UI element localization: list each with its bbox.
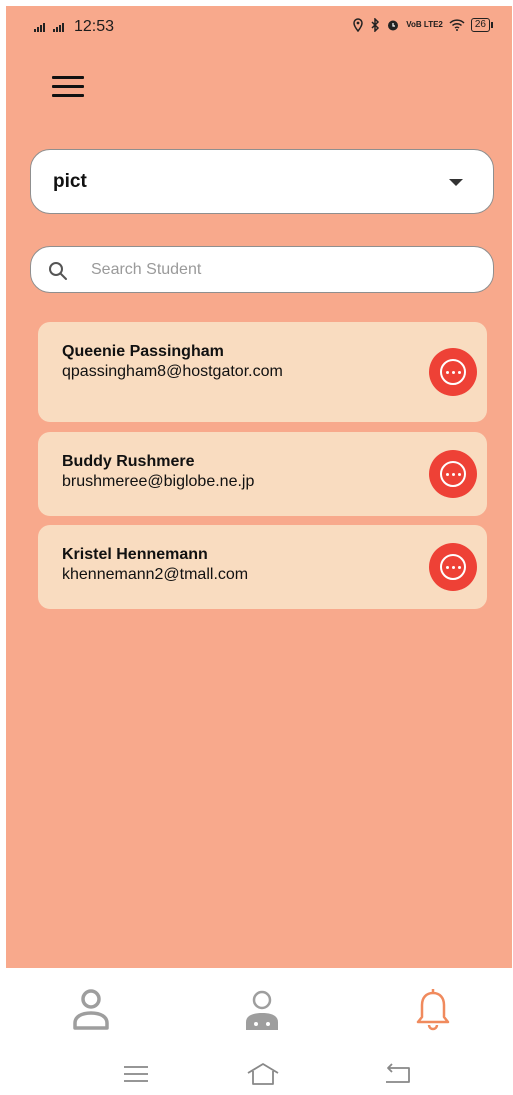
search-student-input[interactable]: [89, 255, 473, 285]
signal-icon: [34, 22, 45, 32]
wifi-icon: [449, 19, 465, 31]
more-options-button[interactable]: [429, 450, 477, 498]
battery-indicator: 26: [470, 18, 494, 32]
nav-notifications[interactable]: [408, 984, 458, 1034]
student-email: qpassingham8@hostgator.com: [62, 363, 283, 380]
system-home-icon: [247, 1063, 279, 1085]
menu-icon-bar: [52, 76, 84, 79]
system-menu-button[interactable]: [121, 1062, 151, 1086]
more-options-button[interactable]: [429, 543, 477, 591]
network-badge: VoB LTE2: [406, 20, 443, 29]
more-options-icon: [440, 359, 466, 385]
doctor-icon: [246, 990, 278, 1030]
location-icon: [353, 18, 364, 32]
student-card[interactable]: Buddy Rushmere brushmeree@biglobe.ne.jp: [38, 432, 487, 516]
menu-icon-bar: [52, 94, 84, 97]
nav-doctor[interactable]: [237, 984, 287, 1034]
system-home-button[interactable]: [246, 1062, 279, 1086]
signal-icon-2: [53, 22, 64, 32]
more-options-icon: [440, 461, 466, 487]
student-name: Kristel Hennemann: [62, 546, 208, 563]
clock: 12:53: [74, 18, 115, 35]
system-menu-icon: [124, 1066, 148, 1082]
student-card[interactable]: Kristel Hennemann khennemann2@tmall.com: [38, 525, 487, 609]
status-bar: 12:53 VoB LTE2 26: [6, 6, 512, 46]
system-back-icon: [386, 1063, 410, 1083]
search-icon: [49, 262, 67, 280]
student-name: Buddy Rushmere: [62, 453, 195, 470]
student-card[interactable]: Queenie Passingham qpassingham8@hostgato…: [38, 322, 487, 422]
more-options-button[interactable]: [429, 348, 477, 396]
student-email: brushmeree@biglobe.ne.jp: [62, 473, 255, 490]
bell-icon: [416, 989, 450, 1031]
system-back-button[interactable]: [382, 1062, 412, 1086]
person-icon: [73, 989, 109, 1030]
menu-icon-bar: [52, 85, 84, 88]
search-bar: [30, 246, 494, 293]
student-name: Queenie Passingham: [62, 343, 224, 360]
student-email: khennemann2@tmall.com: [62, 566, 249, 583]
bluetooth-icon: [371, 18, 380, 32]
alarm-icon: [388, 20, 399, 31]
dropdown-arrow-icon: [449, 179, 463, 186]
college-dropdown-value: pict: [53, 171, 87, 192]
system-navigation-bar: [0, 1050, 513, 1095]
menu-button[interactable]: [52, 76, 84, 100]
bottom-navigation: [0, 968, 513, 1038]
nav-profile[interactable]: [66, 984, 116, 1034]
college-dropdown[interactable]: pict: [30, 149, 494, 214]
app-screen: 12:53 VoB LTE2 26 pict Queenie Passingha…: [6, 6, 512, 968]
more-options-icon: [440, 554, 466, 580]
